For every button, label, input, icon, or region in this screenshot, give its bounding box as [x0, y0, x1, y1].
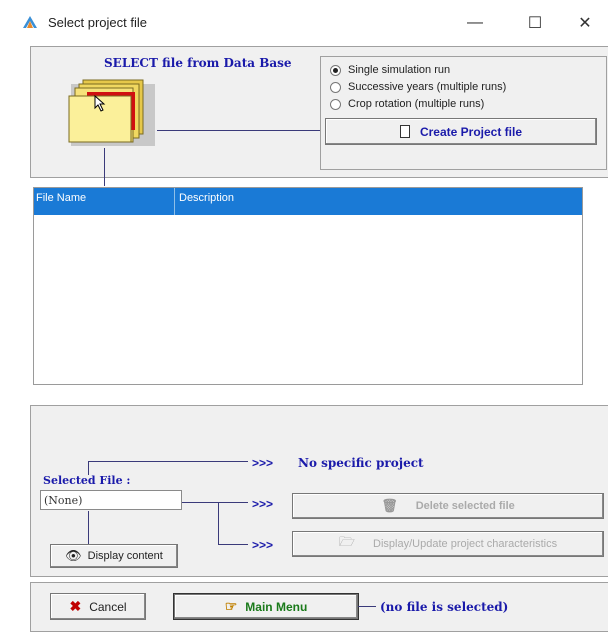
- close-button[interactable]: ✕: [562, 8, 608, 38]
- cancel-button[interactable]: ✖ Cancel: [50, 593, 146, 620]
- no-specific-project-text: No specific project: [298, 456, 424, 470]
- cancel-label: Cancel: [89, 599, 127, 614]
- display-content-button[interactable]: 👁 Display content: [50, 544, 178, 568]
- main-menu-label: Main Menu: [245, 599, 308, 614]
- column-header-file-name[interactable]: File Name: [36, 192, 86, 204]
- delete-label: Delete selected file: [415, 500, 515, 512]
- connector-line: [218, 502, 219, 544]
- eye-icon: 👁: [65, 548, 82, 563]
- display-update-characteristics-button[interactable]: 🗁 Display/Update project characteristics: [292, 531, 604, 557]
- table-header: File Name Description: [34, 188, 582, 215]
- radio-indicator: [330, 98, 341, 110]
- file-status-text: (no file is selected): [380, 600, 509, 614]
- minimize-button[interactable]: —: [452, 8, 498, 38]
- trash-icon: 🗑: [381, 498, 398, 513]
- pointing-hand-icon: ☞: [224, 598, 238, 614]
- radio-label: Single simulation run: [348, 64, 451, 76]
- arrow-no-project: >>>: [252, 456, 274, 470]
- connector-line: [182, 502, 248, 503]
- folder-icon[interactable]: [65, 78, 157, 148]
- display-content-label: Display content: [87, 550, 163, 562]
- column-divider[interactable]: [174, 188, 175, 215]
- radio-indicator: [330, 81, 341, 93]
- create-project-label: Create Project file: [419, 124, 523, 139]
- arrow-update: >>>: [252, 538, 274, 552]
- document-icon: [399, 125, 410, 138]
- connector-line: [218, 544, 248, 545]
- selected-file-label: Selected File :: [43, 474, 131, 487]
- radio-single-run[interactable]: Single simulation run: [330, 64, 450, 76]
- window-title: Select project file: [48, 15, 147, 30]
- radio-indicator: [330, 64, 341, 76]
- radio-successive-years[interactable]: Successive years (multiple runs): [330, 81, 506, 93]
- delete-selected-file-button[interactable]: 🗑 Delete selected file: [292, 493, 604, 519]
- radio-label: Successive years (multiple runs): [348, 81, 507, 93]
- column-header-description[interactable]: Description: [179, 192, 234, 204]
- file-table[interactable]: File Name Description: [33, 187, 583, 385]
- connector-line: [88, 461, 89, 475]
- cancel-x-icon: ✖: [69, 598, 82, 614]
- database-heading: SELECT file from Data Base: [104, 56, 292, 70]
- maximize-button[interactable]: ☐: [512, 8, 558, 38]
- update-label: Display/Update project characteristics: [373, 538, 558, 550]
- connector-line: [157, 130, 320, 131]
- radio-label: Crop rotation (multiple runs): [348, 98, 485, 110]
- app-logo-icon: [23, 16, 37, 28]
- selected-file-field[interactable]: [40, 490, 182, 510]
- arrow-delete: >>>: [252, 497, 274, 511]
- connector-line: [104, 148, 105, 186]
- create-project-button[interactable]: Create Project file: [325, 118, 597, 145]
- connector-line: [358, 606, 376, 607]
- title-bar: Select project file — ☐ ✕: [0, 0, 608, 46]
- radio-crop-rotation[interactable]: Crop rotation (multiple runs): [330, 98, 484, 110]
- connector-line: [88, 511, 89, 544]
- connector-line: [88, 461, 248, 462]
- folder-open-icon: 🗁: [338, 534, 356, 549]
- main-menu-button[interactable]: ☞ Main Menu: [174, 594, 358, 619]
